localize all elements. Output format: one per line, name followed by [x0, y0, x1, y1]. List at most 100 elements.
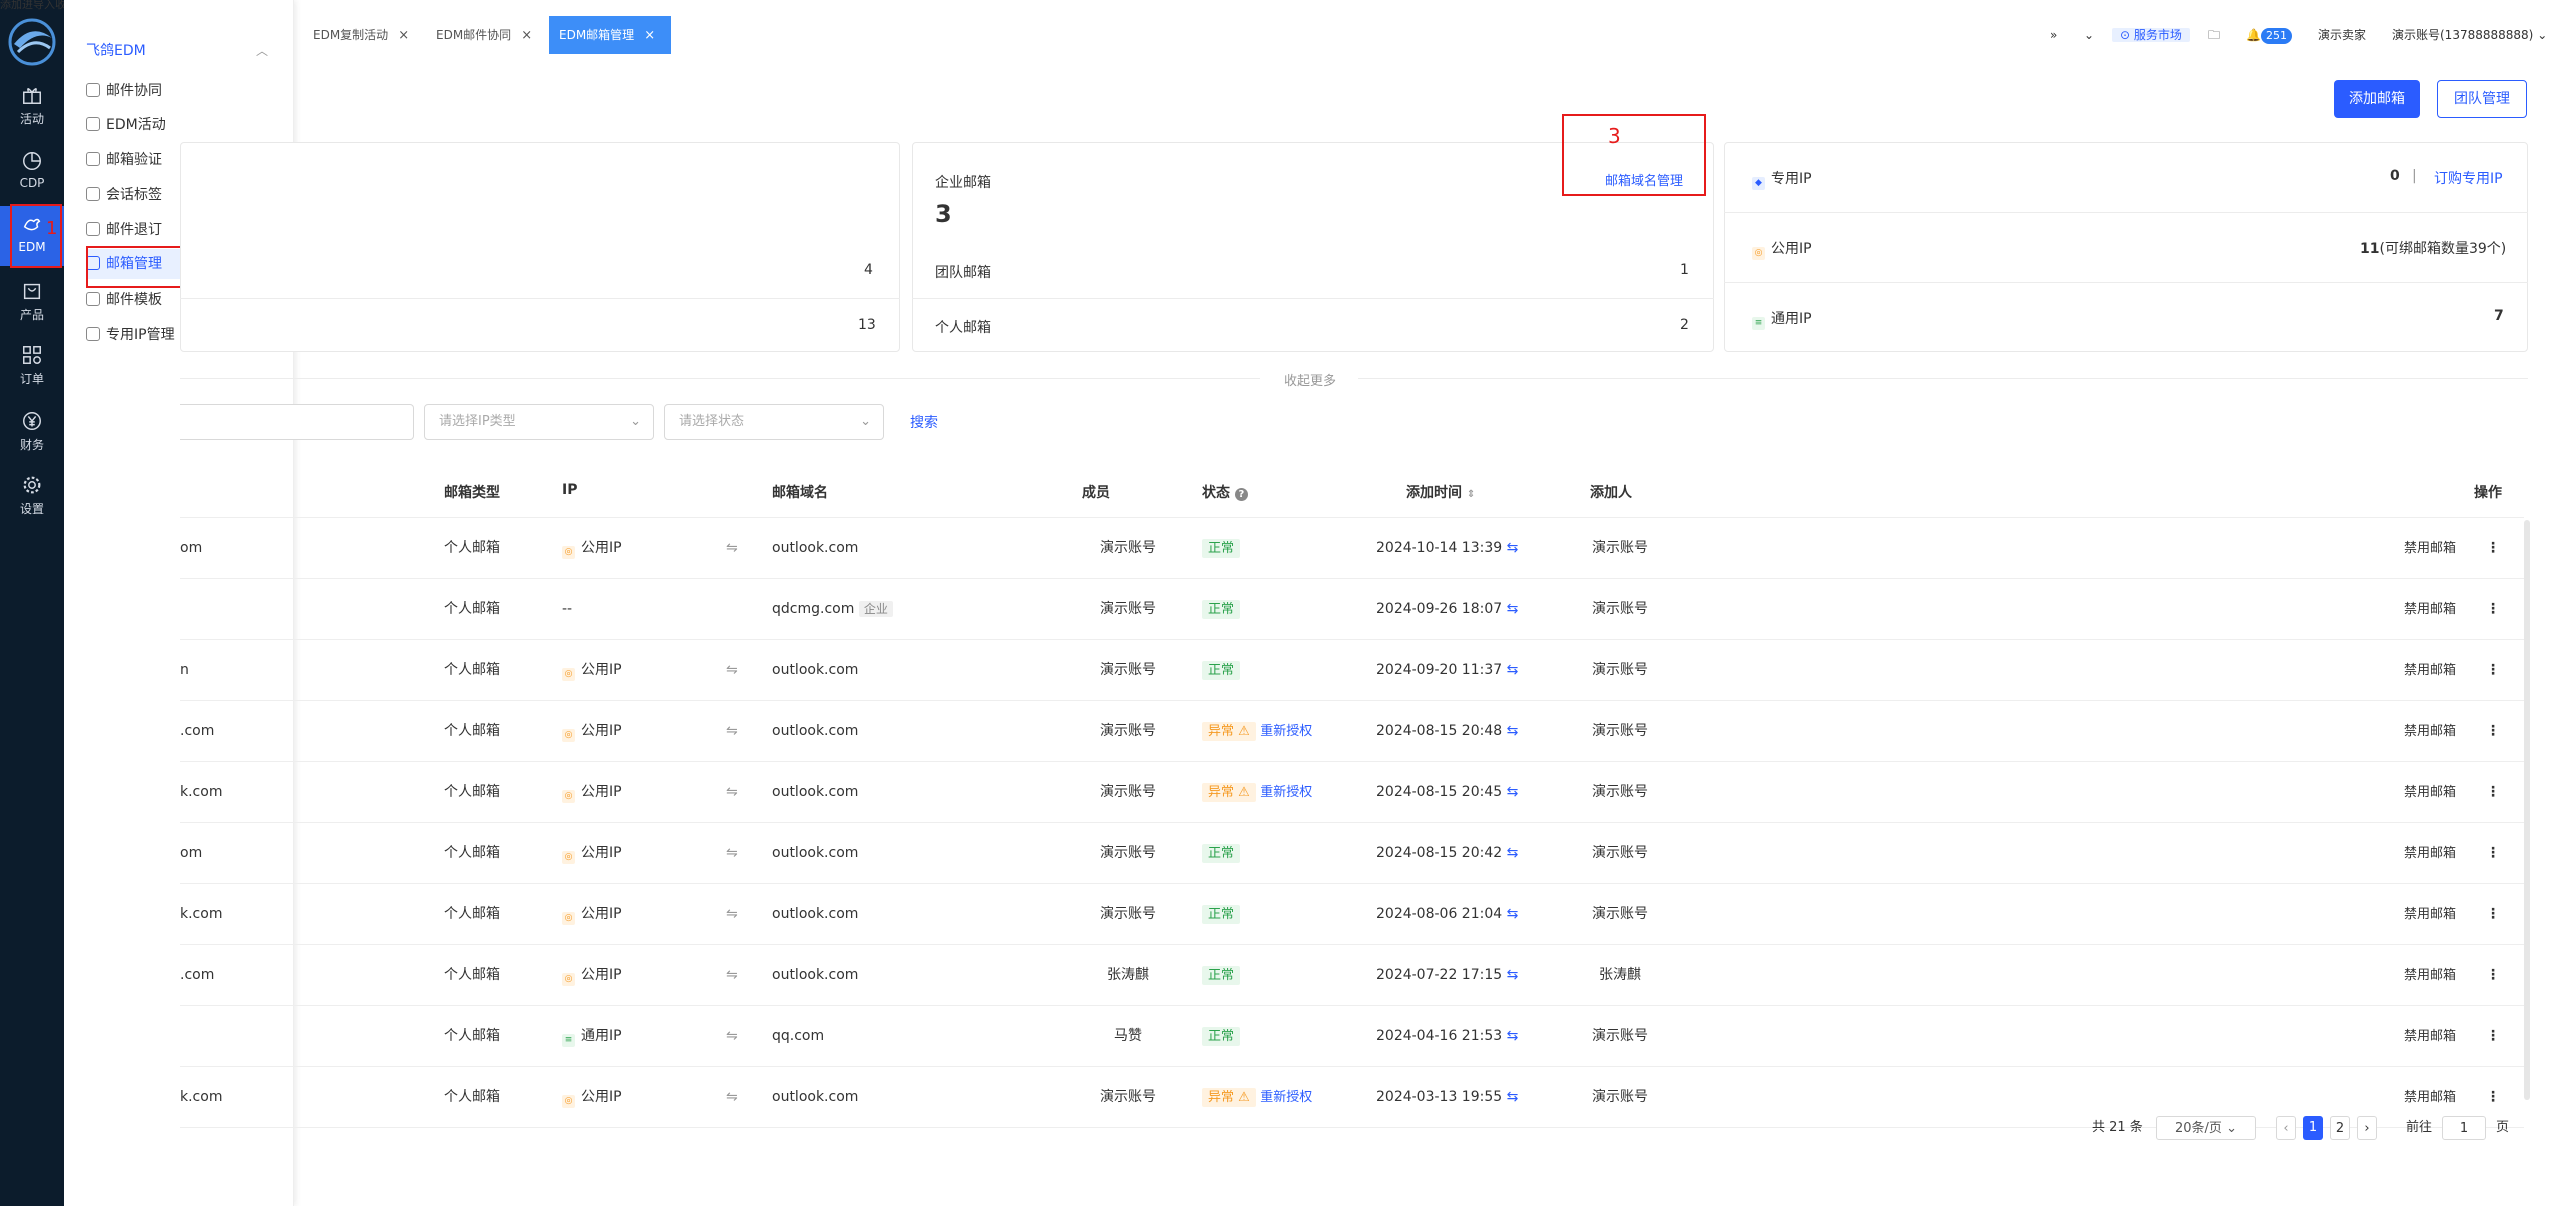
sort-icon[interactable]: ⇕ — [1467, 489, 1475, 500]
collapse-toggle[interactable]: 收起更多 — [1284, 370, 1336, 389]
swap-icon[interactable]: ⇆ — [1507, 967, 1519, 983]
tab-edm-mailbox-manage[interactable]: EDM邮箱管理 × — [549, 16, 671, 54]
switch-ip-icon[interactable]: ⇋ — [726, 701, 738, 762]
search-button[interactable]: 搜索 — [910, 412, 938, 432]
page-1-button[interactable]: 1 — [2303, 1116, 2323, 1140]
ip-type: ≡ 通用IP — [562, 1006, 622, 1067]
disable-mailbox-link[interactable]: 禁用邮箱 — [2404, 640, 2456, 701]
swap-icon[interactable]: ⇆ — [1507, 845, 1519, 861]
tab-edm-mail-collab[interactable]: EDM邮件协同 × — [426, 16, 542, 54]
more-vertical-icon[interactable]: ⋮ — [2486, 518, 2500, 579]
add-time: 2024-08-15 20:48 ⇆ — [1376, 723, 1519, 739]
disable-mailbox-link[interactable]: 禁用邮箱 — [2404, 701, 2456, 762]
sidebar-item-cdp[interactable]: CDP — [0, 150, 64, 200]
swap-icon[interactable]: ⇆ — [1507, 1028, 1519, 1044]
submenu-item-edm-activity[interactable]: EDM活动 — [86, 110, 280, 140]
more-vertical-icon[interactable]: ⋮ — [2486, 1006, 2500, 1067]
mail-collab-icon — [86, 83, 100, 97]
ip-type: ◎ 公用IP — [562, 762, 622, 823]
adder: 演示账号 — [1592, 906, 1648, 922]
swap-icon[interactable]: ⇆ — [1507, 540, 1519, 556]
more-vertical-icon[interactable]: ⋮ — [2486, 762, 2500, 823]
buy-dedicated-ip-link[interactable]: 订购专用IP — [2434, 168, 2503, 188]
submenu-item-mail-collab[interactable]: 邮件协同 — [86, 76, 280, 106]
chevron-up-icon[interactable]: ︿ — [256, 42, 268, 59]
sidebar-item-finance[interactable]: 财务 — [0, 410, 64, 460]
status-badge: 异常 ⚠ 重新授权 — [1202, 1067, 1312, 1128]
switch-ip-icon[interactable]: ⇋ — [726, 640, 738, 701]
add-time: 2024-08-15 20:42 ⇆ — [1376, 845, 1519, 861]
prev-page-button[interactable]: ‹ — [2276, 1116, 2296, 1140]
sidebar-item-activity[interactable]: 活动 — [0, 84, 64, 134]
mailbox-domain: outlook.com — [772, 906, 859, 922]
col-add-time[interactable]: 添加时间 ⇕ — [1406, 482, 1475, 502]
more-vertical-icon[interactable]: ⋮ — [2486, 884, 2500, 945]
ip-type-select[interactable]: 请选择IP类型 ⌄ — [424, 404, 654, 440]
next-page-button[interactable]: › — [2357, 1116, 2377, 1140]
switch-ip-icon[interactable]: ⇋ — [726, 518, 738, 579]
status-badge: 正常 — [1202, 945, 1241, 1006]
switch-ip-icon[interactable]: ⇋ — [726, 1067, 738, 1128]
disable-mailbox-link[interactable]: 禁用邮箱 — [2404, 884, 2456, 945]
team-manage-button[interactable]: 团队管理 — [2437, 80, 2527, 118]
add-mailbox-button[interactable]: 添加邮箱 — [2334, 80, 2420, 118]
member: 演示账号 — [1100, 723, 1156, 739]
switch-ip-icon[interactable]: ⇋ — [726, 762, 738, 823]
chevron-down-icon[interactable]: ⌄ — [2084, 16, 2094, 54]
page-2-button[interactable]: 2 — [2330, 1116, 2350, 1140]
email-search-input[interactable] — [180, 404, 414, 440]
reauth-link[interactable]: 重新授权 — [1260, 724, 1312, 739]
account-menu[interactable]: 演示账号(13788888888) ⌄ — [2392, 16, 2547, 54]
reauth-link[interactable]: 重新授权 — [1260, 785, 1312, 800]
disable-mailbox-link[interactable]: 禁用邮箱 — [2404, 823, 2456, 884]
switch-ip-icon[interactable]: ⇋ — [726, 823, 738, 884]
swap-icon[interactable]: ⇆ — [1507, 906, 1519, 922]
disable-mailbox-link[interactable]: 禁用邮箱 — [2404, 1006, 2456, 1067]
sidebar-item-order[interactable]: 订单 — [0, 344, 64, 394]
sidebar-item-settings[interactable]: 设置 — [0, 474, 64, 524]
swap-icon[interactable]: ⇆ — [1507, 662, 1519, 678]
col-status: 状态 ? — [1202, 482, 1248, 502]
stat-value: 4 — [864, 262, 873, 278]
submenu-title[interactable]: 飞鸽EDM — [86, 40, 146, 60]
divider — [180, 298, 900, 299]
swap-icon[interactable]: ⇆ — [1507, 1089, 1519, 1105]
disable-mailbox-link[interactable]: 禁用邮箱 — [2404, 762, 2456, 823]
swap-icon[interactable]: ⇆ — [1507, 723, 1519, 739]
more-vertical-icon[interactable]: ⋮ — [2486, 701, 2500, 762]
disable-mailbox-link[interactable]: 禁用邮箱 — [2404, 579, 2456, 640]
notification-button[interactable]: 🔔 251 — [2246, 16, 2292, 54]
annotation-label-1: 1 — [46, 218, 58, 239]
adder: 演示账号 — [1592, 845, 1648, 861]
swap-icon[interactable]: ⇆ — [1507, 784, 1519, 800]
switch-ip-icon[interactable]: ⇋ — [726, 945, 738, 1006]
switch-ip-icon[interactable]: ⇋ — [726, 884, 738, 945]
mailbox-type: 个人邮箱 — [444, 540, 500, 556]
help-icon[interactable]: ? — [1234, 488, 1248, 501]
tab-edm-copy-activity[interactable]: EDM复制活动 × — [303, 16, 419, 54]
disable-mailbox-link[interactable]: 禁用邮箱 — [2404, 518, 2456, 579]
status-select[interactable]: 请选择状态 ⌄ — [664, 404, 884, 440]
more-vertical-icon[interactable]: ⋮ — [2486, 640, 2500, 701]
disable-mailbox-link[interactable]: 禁用邮箱 — [2404, 945, 2456, 1006]
table-header — [180, 462, 2524, 518]
close-icon[interactable]: × — [521, 28, 532, 43]
tab-overflow-icon[interactable]: » — [2050, 16, 2057, 54]
more-vertical-icon[interactable]: ⋮ — [2486, 945, 2500, 1006]
swap-icon[interactable]: ⇆ — [1507, 601, 1519, 617]
seller-name[interactable]: 演示卖家 — [2318, 16, 2366, 54]
folder-icon[interactable]: 🗀 — [2208, 16, 2220, 54]
reauth-link[interactable]: 重新授权 — [1260, 1090, 1312, 1105]
service-market-button[interactable]: ⊙ 服务市场 — [2112, 20, 2190, 58]
switch-ip-icon[interactable]: ⇋ — [726, 1006, 738, 1067]
more-vertical-icon[interactable]: ⋮ — [2486, 579, 2500, 640]
close-icon[interactable]: × — [644, 28, 655, 43]
page-size-select[interactable]: 20条/页 ⌄ — [2156, 1116, 2256, 1140]
table-scrollbar[interactable] — [2524, 520, 2530, 1100]
sidebar-item-product[interactable]: 产品 — [0, 280, 64, 330]
mailbox-domain: qq.com — [772, 1028, 825, 1044]
close-icon[interactable]: × — [398, 28, 409, 43]
goto-page-input[interactable]: 1 — [2442, 1116, 2486, 1140]
more-vertical-icon[interactable]: ⋮ — [2486, 823, 2500, 884]
mailbox-type: 个人邮箱 — [444, 601, 500, 617]
